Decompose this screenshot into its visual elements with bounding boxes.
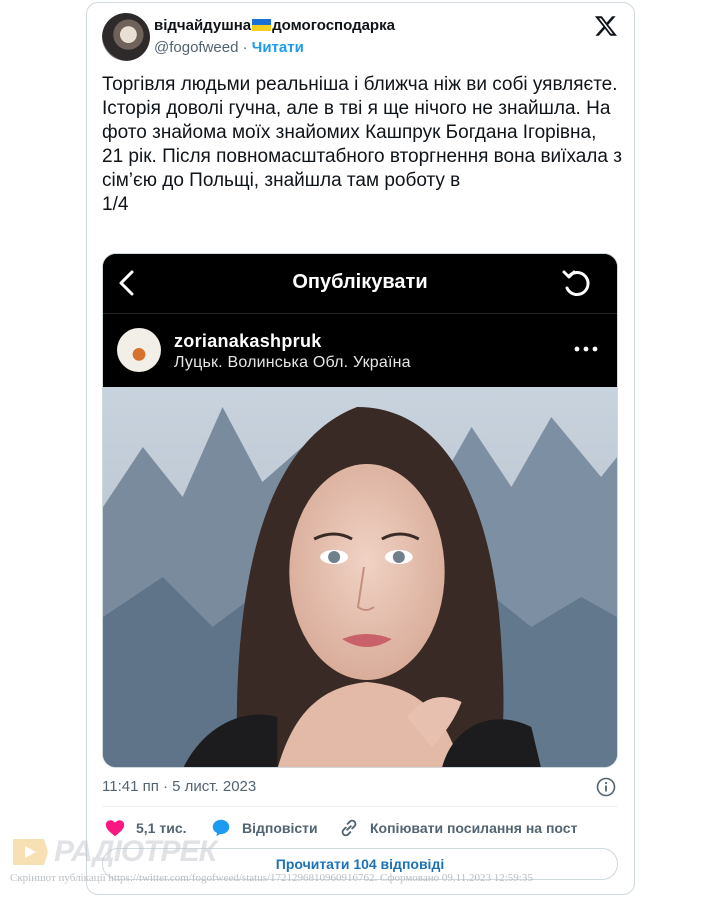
embedded-header: Опублікувати	[103, 254, 617, 314]
reply-label: Відповісти	[242, 820, 318, 836]
refresh-icon	[562, 270, 590, 296]
author-display-name[interactable]: відчайдушна домогосподарка	[154, 17, 395, 34]
author-avatar[interactable]	[102, 13, 150, 61]
embedded-username: zorianakashpruk	[174, 331, 322, 351]
embedded-location: Луцьк. Волинська Обл. Україна	[174, 354, 411, 371]
author-handle-row: @fogofweed · Читати	[154, 39, 304, 56]
x-logo-icon[interactable]	[594, 14, 618, 38]
more-options-icon	[574, 346, 598, 352]
tweet-text: Торгівля людьми реальніша і ближча ніж в…	[102, 74, 622, 215]
author-handle[interactable]: @fogofweed	[154, 39, 238, 56]
divider	[102, 806, 618, 807]
info-icon[interactable]	[596, 777, 616, 797]
ukraine-flag-icon	[252, 19, 272, 31]
copy-link-label: Копіювати посилання на пост	[370, 820, 578, 836]
tweet-timestamp[interactable]: 11:41 пп · 5 лист. 2023	[102, 778, 256, 795]
watermark: РАДІОТРЕК	[10, 835, 217, 869]
screenshot-note: Скріншот публікації https://twitter.com/…	[10, 872, 533, 884]
embedded-user-row: zorianakashpruk Луцьк. Волинська Обл. Ук…	[103, 314, 617, 387]
display-name-part-2: домогосподарка	[272, 17, 395, 34]
play-logo-icon	[13, 839, 48, 865]
embedded-avatar	[117, 328, 161, 372]
embedded-title: Опублікувати	[292, 271, 428, 293]
reply-button[interactable]: Відповісти	[210, 817, 318, 839]
copy-link-button[interactable]: Копіювати посилання на пост	[338, 817, 577, 839]
follow-link[interactable]: Читати	[252, 39, 304, 56]
link-icon	[341, 819, 357, 837]
separator: ·	[238, 39, 252, 56]
watermark-brand: РАДІОТРЕК	[54, 835, 217, 868]
tweet-media[interactable]: Опублікувати zorianakashpruk Луцьк. Воли…	[102, 253, 618, 768]
like-count: 5,1 тис.	[136, 820, 187, 836]
portrait-photo	[103, 387, 617, 767]
display-name-part-1: відчайдушна	[154, 17, 252, 34]
